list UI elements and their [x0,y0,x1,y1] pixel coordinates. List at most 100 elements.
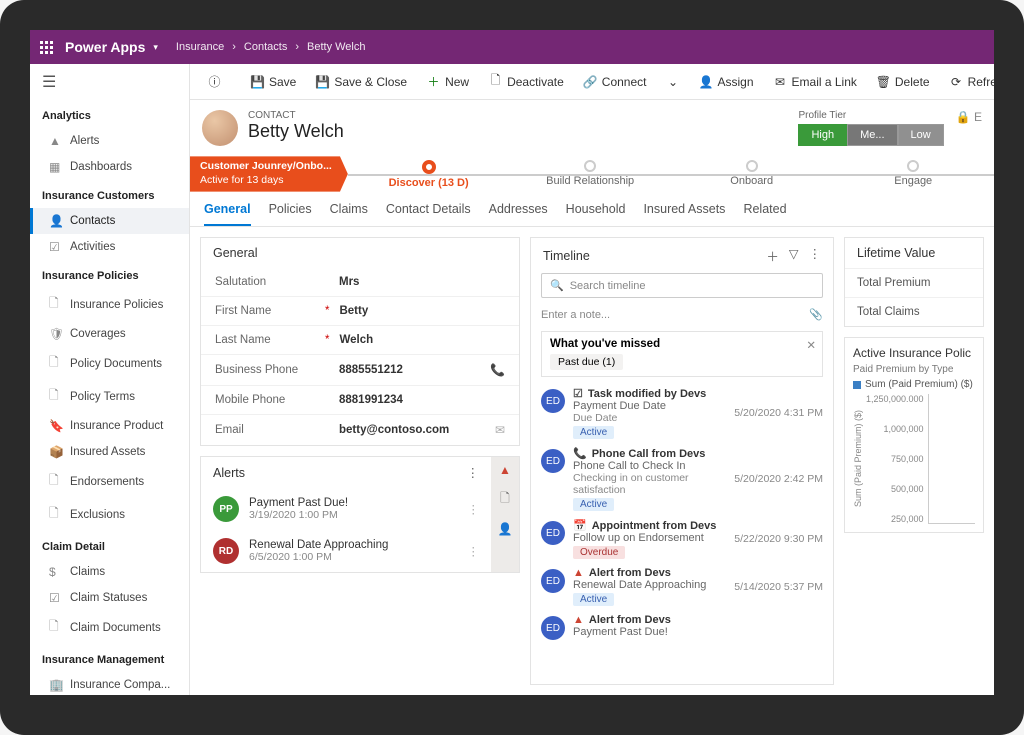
sidebar-item-claims[interactable]: $Claims [30,559,189,585]
filter-icon[interactable]: ▽ [789,246,799,265]
field-last-name[interactable]: Last Name*Welch [201,325,519,354]
new-button[interactable]: ＋New [419,71,477,93]
sidebar-item-exclusions[interactable]: 🗋Exclusions [30,498,189,531]
more-icon[interactable]: ⋮ [467,465,480,480]
breadcrumb-item[interactable]: Insurance [176,41,224,53]
topbar: Power Apps ▾ Insurance› Contacts› Betty … [30,30,994,64]
sidebar-item-insured-assets[interactable]: 📦Insured Assets [30,439,189,465]
past-due-chip[interactable]: Past due (1) [550,354,623,370]
stage-engage[interactable]: Engage [832,160,994,189]
close-icon[interactable]: ✕ [806,338,816,352]
app-launcher-icon[interactable] [40,41,53,54]
more-icon[interactable]: ⋮ [468,544,480,558]
tab-insured-assets[interactable]: Insured Assets [643,202,725,226]
note-input[interactable]: Enter a note... 📎 [541,304,823,325]
breadcrumb-item[interactable]: Betty Welch [307,41,366,53]
avatar: ED [541,521,565,545]
save-close-button[interactable]: 💾Save & Close [308,71,415,93]
box-icon: 📦 [49,445,62,459]
sidebar-item-insurance-policies[interactable]: 🗋Insurance Policies [30,288,189,321]
alert-icon: ▲ [49,134,62,148]
delete-button[interactable]: 🗑Delete [869,71,938,93]
lock-icon: 🔒 E [956,110,982,124]
save-close-icon: 💾 [316,75,329,88]
search-icon: 🔍 [550,279,564,292]
field-salutation[interactable]: SalutationMrs [201,268,519,296]
field-first-name[interactable]: First Name*Betty [201,296,519,325]
back-button[interactable]: ⓘ [200,71,229,92]
sidebar-item-coverages[interactable]: 🛡Coverages [30,321,189,347]
field-business-phone[interactable]: Business Phone8885551212📞 [201,354,519,385]
sidebar-item-endorsements[interactable]: 🗋Endorsements [30,465,189,498]
more-icon[interactable]: ⋮ [809,246,822,265]
tier-high-button[interactable]: High [798,124,847,146]
check-icon: ☑ [49,591,62,605]
search-input[interactable]: 🔍 Search timeline [541,273,823,298]
timeline-item[interactable]: ED▲ Alert from DevsPayment Past Due! [531,610,833,644]
save-button[interactable]: 💾Save [243,71,304,93]
record-type-label: CONTACT [248,110,344,121]
tab-contact-details[interactable]: Contact Details [386,202,471,226]
add-icon[interactable]: ＋ [766,246,779,265]
attach-icon[interactable]: 📎 [809,308,823,321]
refresh-button[interactable]: ⟳Refresh [942,71,994,93]
sidebar-item-dashboards[interactable]: ▦Dashboards [30,154,189,180]
more-icon[interactable]: ⋮ [468,502,480,516]
person-icon[interactable]: 👤 [498,522,513,536]
connect-chevron[interactable]: ⌄ [658,71,687,92]
sidebar-item-policy-terms[interactable]: 🗋Policy Terms [30,380,189,413]
stage-discover[interactable]: Discover (13 D) [348,160,510,189]
alert-icon: ▲ [573,614,584,626]
sidebar-item-activities[interactable]: ☑Activities [30,234,189,260]
journey-badge[interactable]: Customer Jounrey/Onbo... Active for 13 d… [190,156,348,191]
connect-button[interactable]: 🔗Connect [576,71,655,93]
tier-med-button[interactable]: Me... [847,124,897,146]
field-mobile-phone[interactable]: Mobile Phone8881991234 [201,385,519,414]
deactivate-icon: 🗋 [489,75,502,88]
lifetime-row: Total Premium [845,268,983,297]
tab-claims[interactable]: Claims [330,202,368,226]
chevron-down-icon[interactable]: ▾ [153,42,158,53]
tab-addresses[interactable]: Addresses [489,202,548,226]
timeline-item[interactable]: ED📞 Phone Call from DevsPhone Call to Ch… [531,443,833,515]
mail-icon[interactable]: ✉ [495,423,505,437]
deactivate-button[interactable]: 🗋Deactivate [481,71,572,93]
breadcrumb-item[interactable]: Contacts [244,41,287,53]
stage-onboard[interactable]: Onboard [671,160,833,189]
sidebar-group: Insurance Management [30,644,189,672]
hamburger-icon[interactable]: ☰ [30,64,189,100]
tier-low-button[interactable]: Low [898,124,944,146]
doc-icon: 🗋 [49,386,62,407]
tab-policies[interactable]: Policies [269,202,312,226]
chevron-down-icon: ⌄ [666,75,679,88]
sidebar-item-claim-documents[interactable]: 🗋Claim Documents [30,611,189,644]
stage-build[interactable]: Build Relationship [509,160,671,189]
alert-row[interactable]: PPPayment Past Due!3/19/2020 1:00 PM⋮ [201,488,491,530]
doc-icon[interactable]: 🗋 [500,489,510,510]
alert-icon[interactable]: ▲ [499,463,511,477]
sidebar-item-policy-documents[interactable]: 🗋Policy Documents [30,347,189,380]
tab-general[interactable]: General [204,202,251,226]
sidebar-item-insurance-compa-[interactable]: 🏢Insurance Compa... [30,672,189,695]
app-name[interactable]: Power Apps [65,39,145,55]
sidebar-item-insurance-product[interactable]: 🔖Insurance Product [30,413,189,439]
alert-row[interactable]: RDRenewal Date Approaching6/5/2020 1:00 … [201,530,491,572]
page-title: Betty Welch [248,121,344,142]
connect-icon: 🔗 [584,75,597,88]
sidebar-group: Insurance Policies [30,260,189,288]
alerts-sidebar: ▲ 🗋 👤 [491,457,519,572]
tab-household[interactable]: Household [566,202,626,226]
email-link-button[interactable]: ✉Email a Link [766,71,865,93]
sidebar-item-claim-statuses[interactable]: ☑Claim Statuses [30,585,189,611]
sidebar-item-contacts[interactable]: 👤Contacts [30,208,189,234]
sidebar-item-alerts[interactable]: ▲Alerts [30,128,189,154]
phone-icon[interactable]: 📞 [490,363,505,377]
assign-button[interactable]: 👤Assign [691,71,761,93]
doc-icon: 🗋 [49,471,62,492]
timeline-item[interactable]: ED☑ Task modified by DevsPayment Due Dat… [531,383,833,443]
sidebar: ☰ Analytics▲Alerts▦DashboardsInsurance C… [30,64,190,695]
field-email[interactable]: Emailbetty@contoso.com✉ [201,414,519,445]
timeline-item[interactable]: ED▲ Alert from DevsRenewal Date Approach… [531,563,833,610]
tab-related[interactable]: Related [743,202,786,226]
timeline-item[interactable]: ED📅 Appointment from DevsFollow up on En… [531,515,833,563]
